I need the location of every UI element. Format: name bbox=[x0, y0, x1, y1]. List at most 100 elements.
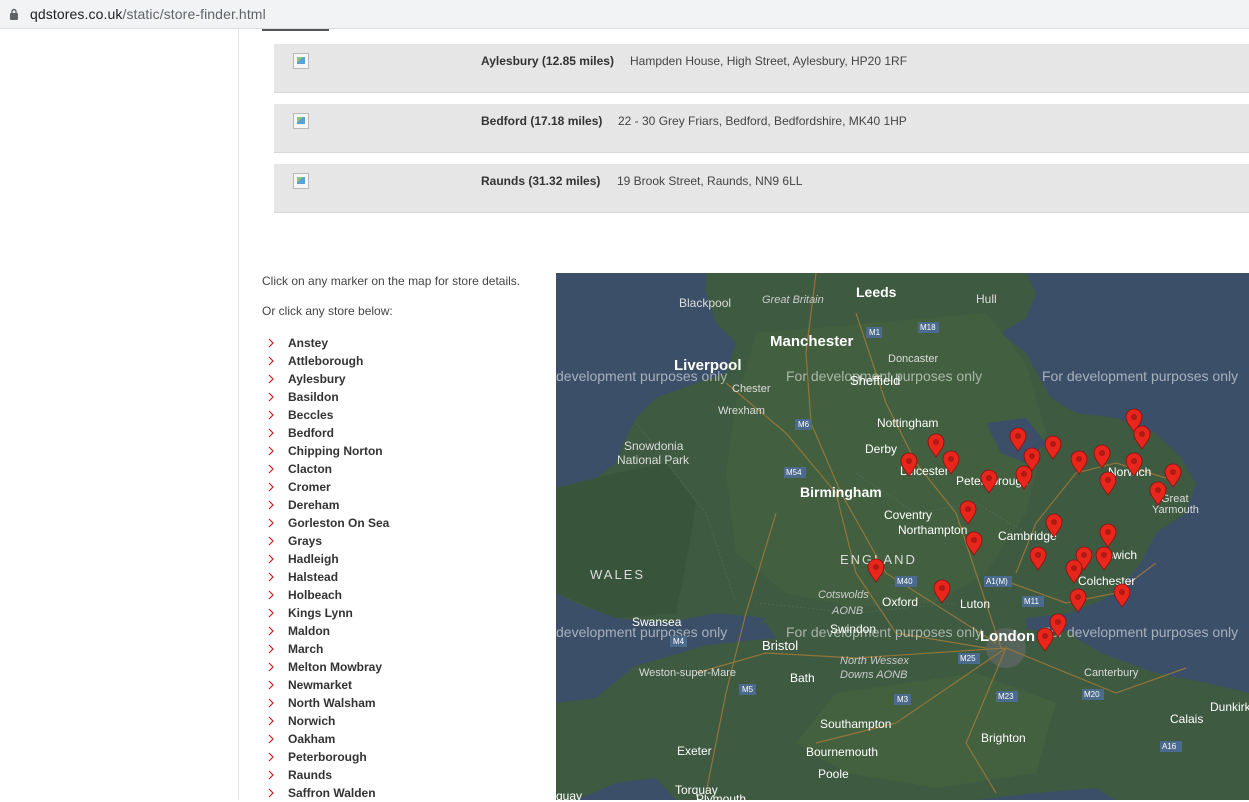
store-link[interactable]: Norwich bbox=[288, 714, 335, 728]
lock-icon bbox=[6, 6, 22, 22]
store-link[interactable]: March bbox=[288, 642, 323, 656]
result-row[interactable]: Raunds (31.32 miles) 19 Brook Street, Ra… bbox=[274, 164, 1249, 213]
store-link[interactable]: Grays bbox=[288, 534, 322, 548]
store-link[interactable]: Anstey bbox=[288, 336, 328, 350]
map-label-great-britain: Great Britain bbox=[762, 294, 824, 306]
map-label-bournemouth: Bournemouth bbox=[806, 745, 878, 759]
store-list-item[interactable]: Norwich bbox=[266, 712, 389, 730]
store-link[interactable]: Aylesbury bbox=[288, 372, 346, 386]
map-label-manchester: Manchester bbox=[770, 333, 854, 350]
store-image-icon bbox=[293, 113, 309, 129]
map-label-brighton: Brighton bbox=[981, 731, 1026, 745]
store-link[interactable]: Kings Lynn bbox=[288, 606, 353, 620]
map-label-plymouth: Plymouth bbox=[696, 792, 746, 800]
map-label-bath: Bath bbox=[790, 671, 815, 685]
chevron-right-icon bbox=[266, 716, 276, 726]
list-instruction: Or click any store below: bbox=[262, 304, 393, 318]
store-link[interactable]: Clacton bbox=[288, 462, 332, 476]
road-shield-m40: M40 bbox=[895, 576, 917, 587]
store-link[interactable]: Halstead bbox=[288, 570, 338, 584]
url-domain: qdstores.co.uk bbox=[30, 6, 123, 22]
map-label-exeter: Exeter bbox=[677, 744, 712, 758]
road-shield-m4: M4 bbox=[670, 636, 687, 647]
map-label-weston: Weston-super-Mare bbox=[639, 667, 736, 679]
store-link[interactable]: Dereham bbox=[288, 498, 339, 512]
store-list-item[interactable]: Chipping Norton bbox=[266, 442, 389, 460]
store-list-item[interactable]: Grays bbox=[266, 532, 389, 550]
store-list-item[interactable]: Peterborough bbox=[266, 748, 389, 766]
address-bar[interactable]: qdstores.co.uk/static/store-finder.html bbox=[0, 0, 1249, 29]
store-list-item[interactable]: Cromer bbox=[266, 478, 389, 496]
url-path: /static/store-finder.html bbox=[122, 6, 266, 22]
store-list-item[interactable]: March bbox=[266, 640, 389, 658]
map-label-sheffield: Sheffield bbox=[850, 373, 900, 388]
store-list-item[interactable]: Clacton bbox=[266, 460, 389, 478]
store-link[interactable]: Attleborough bbox=[288, 354, 363, 368]
store-link[interactable]: Melton Mowbray bbox=[288, 660, 382, 674]
svg-text:M18: M18 bbox=[920, 323, 936, 332]
store-link[interactable]: Newmarket bbox=[288, 678, 352, 692]
map-label-london: London bbox=[980, 628, 1035, 645]
road-shield-m23: M23 bbox=[996, 691, 1018, 702]
store-list-item[interactable]: Melton Mowbray bbox=[266, 658, 389, 676]
map-label-cotswolds: Cotswolds bbox=[818, 589, 869, 601]
store-list-item[interactable]: Holbeach bbox=[266, 586, 389, 604]
map-label-aonb: AONB bbox=[831, 605, 863, 617]
map-canvas[interactable]: development purposes only For developmen… bbox=[556, 273, 1249, 800]
store-link[interactable]: Maldon bbox=[288, 624, 330, 638]
map-label-birmingham: Birmingham bbox=[800, 484, 882, 500]
store-link[interactable]: Bedford bbox=[288, 426, 334, 440]
map-label-yarmouth: Yarmouth bbox=[1152, 504, 1199, 516]
store-list-item[interactable]: Aylesbury bbox=[266, 370, 389, 388]
chevron-right-icon bbox=[266, 482, 276, 492]
road-shield-a16: A16 bbox=[1160, 741, 1182, 752]
store-list-item[interactable]: Bedford bbox=[266, 424, 389, 442]
store-list-item[interactable]: Newmarket bbox=[266, 676, 389, 694]
chevron-right-icon bbox=[266, 608, 276, 618]
result-row[interactable]: Bedford (17.18 miles) 22 - 30 Grey Friar… bbox=[274, 104, 1249, 153]
map-label-swindon: Swindon bbox=[830, 622, 876, 636]
store-list-item[interactable]: Oakham bbox=[266, 730, 389, 748]
result-name[interactable]: Bedford (17.18 miles) bbox=[481, 114, 602, 128]
store-link[interactable]: Raunds bbox=[288, 768, 332, 782]
store-list-item[interactable]: Anstey bbox=[266, 334, 389, 352]
store-link[interactable]: Holbeach bbox=[288, 588, 342, 602]
url-text[interactable]: qdstores.co.uk/static/store-finder.html bbox=[30, 6, 266, 22]
store-link[interactable]: Beccles bbox=[288, 408, 333, 422]
store-link[interactable]: Basildon bbox=[288, 390, 339, 404]
road-shield-m20: M20 bbox=[1082, 689, 1104, 700]
store-link[interactable]: Saffron Walden bbox=[288, 786, 376, 800]
store-list-item[interactable]: Attleborough bbox=[266, 352, 389, 370]
store-list-item[interactable]: Saffron Walden bbox=[266, 784, 389, 802]
store-list-item[interactable]: Dereham bbox=[266, 496, 389, 514]
store-list-item[interactable]: North Walsham bbox=[266, 694, 389, 712]
store-map[interactable]: development purposes only For developmen… bbox=[556, 273, 1249, 800]
store-link[interactable]: Cromer bbox=[288, 480, 331, 494]
store-list-item[interactable]: Gorleston On Sea bbox=[266, 514, 389, 532]
svg-text:M40: M40 bbox=[897, 577, 913, 586]
store-list-item[interactable]: Kings Lynn bbox=[266, 604, 389, 622]
store-link[interactable]: North Walsham bbox=[288, 696, 376, 710]
result-row[interactable]: Aylesbury (12.85 miles) Hampden House, H… bbox=[274, 44, 1249, 93]
road-shield-m3: M3 bbox=[894, 694, 911, 705]
chevron-right-icon bbox=[266, 392, 276, 402]
heading-underline bbox=[262, 29, 329, 31]
chevron-right-icon bbox=[266, 788, 276, 798]
store-list-item[interactable]: Raunds bbox=[266, 766, 389, 784]
store-link[interactable]: Chipping Norton bbox=[288, 444, 383, 458]
store-list-item[interactable]: Halstead bbox=[266, 568, 389, 586]
store-link[interactable]: Oakham bbox=[288, 732, 335, 746]
chevron-right-icon bbox=[266, 554, 276, 564]
store-list-item[interactable]: Beccles bbox=[266, 406, 389, 424]
result-name[interactable]: Aylesbury (12.85 miles) bbox=[481, 54, 614, 68]
store-list-item[interactable]: Hadleigh bbox=[266, 550, 389, 568]
map-label-dunkirk: Dunkirk bbox=[1210, 700, 1249, 714]
store-list-item[interactable]: Maldon bbox=[266, 622, 389, 640]
result-address: 22 - 30 Grey Friars, Bedford, Bedfordshi… bbox=[618, 114, 907, 128]
road-shield-m6: M6 bbox=[795, 419, 812, 430]
store-link[interactable]: Gorleston On Sea bbox=[288, 516, 389, 530]
store-link[interactable]: Hadleigh bbox=[288, 552, 339, 566]
result-name[interactable]: Raunds (31.32 miles) bbox=[481, 174, 600, 188]
store-link[interactable]: Peterborough bbox=[288, 750, 367, 764]
store-list-item[interactable]: Basildon bbox=[266, 388, 389, 406]
